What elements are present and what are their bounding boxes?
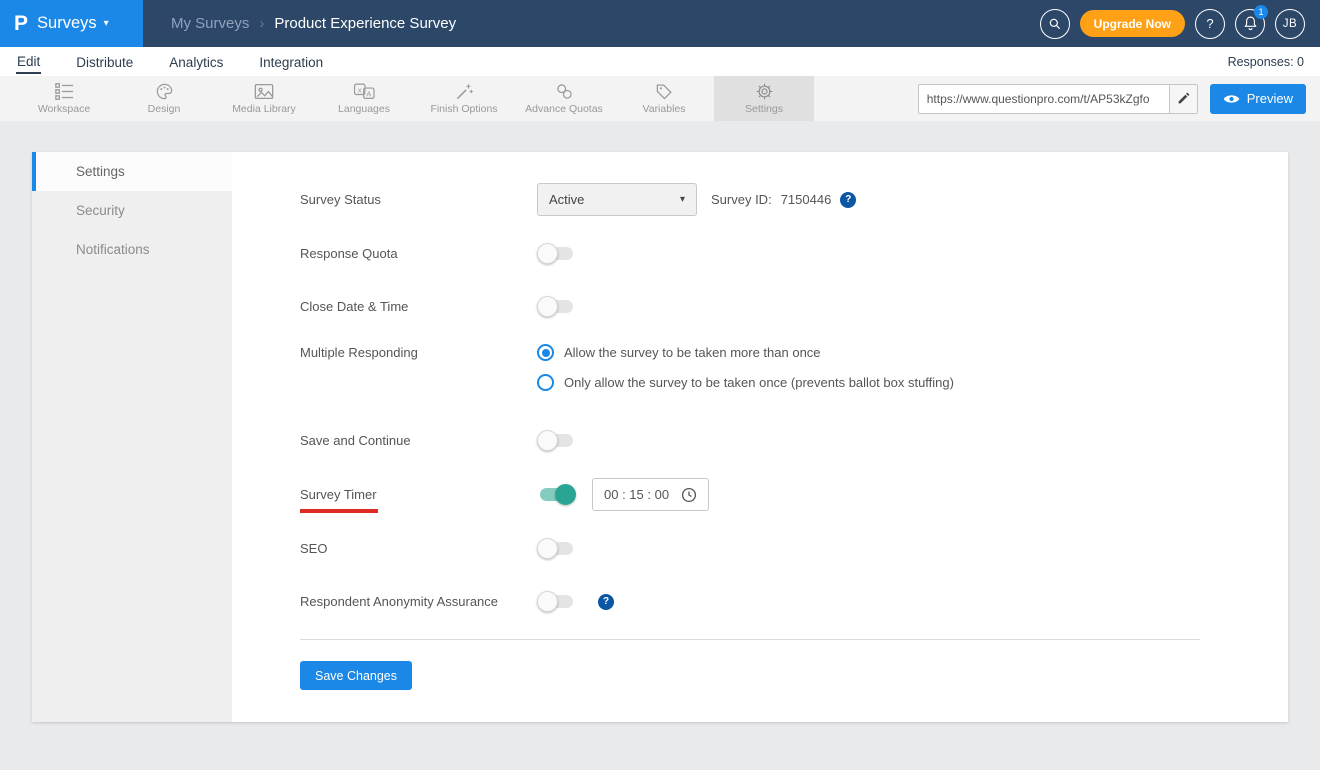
breadcrumb: My Surveys › Product Experience Survey	[171, 15, 456, 32]
toolbar-item-media-library[interactable]: Media Library	[214, 76, 314, 121]
multiple-responding-label: Multiple Responding	[300, 345, 418, 360]
tab-distribute[interactable]: Distribute	[75, 51, 134, 73]
save-continue-row: Save and Continue	[300, 425, 1200, 456]
sidebar-item-settings[interactable]: Settings	[32, 152, 232, 191]
pencil-icon	[1177, 92, 1190, 105]
clock-icon	[681, 487, 697, 503]
settings-card: Settings Security Notifications Survey S…	[32, 152, 1288, 722]
tag-icon	[654, 82, 675, 101]
radio-option-multiple-times[interactable]: Allow the survey to be taken more than o…	[537, 344, 954, 361]
chevron-down-icon	[104, 18, 109, 29]
survey-url-input[interactable]	[918, 91, 1169, 106]
toolbar-right: Preview	[917, 76, 1320, 121]
survey-id-help-icon[interactable]: ?	[840, 191, 857, 208]
survey-id: Survey ID: 7150446 ?	[711, 191, 857, 208]
anonymity-toggle[interactable]	[537, 591, 573, 612]
multiple-responding-row: Multiple Responding Allow the survey to …	[300, 344, 1200, 391]
questionpro-logo: P	[14, 11, 29, 35]
responses-count: Responses: 0	[1227, 54, 1304, 69]
help-button[interactable]: ?	[1195, 8, 1225, 39]
gear-icon	[754, 82, 775, 101]
close-date-row: Close Date & Time	[300, 291, 1200, 322]
anonymity-row: Respondent Anonymity Assurance ?	[300, 586, 1200, 617]
save-continue-label: Save and Continue	[300, 433, 411, 448]
top-header: P Surveys My Surveys › Product Experienc…	[0, 0, 1320, 47]
breadcrumb-separator-icon: ›	[259, 15, 265, 32]
search-icon	[1048, 17, 1062, 31]
question-mark-icon: ?	[1206, 16, 1214, 31]
survey-status-row: Survey Status Active Survey ID: 7150446 …	[300, 183, 1200, 216]
radio-option-once-only[interactable]: Only allow the survey to be taken once (…	[537, 374, 954, 391]
chevron-down-icon	[680, 194, 685, 205]
magic-wand-icon	[454, 82, 475, 101]
seo-row: SEO	[300, 533, 1200, 564]
notification-badge: 1	[1254, 4, 1268, 19]
settings-form: Survey Status Active Survey ID: 7150446 …	[232, 152, 1288, 722]
survey-url-box	[917, 83, 1198, 114]
app-menu[interactable]: P Surveys	[0, 0, 143, 47]
palette-icon	[154, 82, 175, 101]
upgrade-now-button[interactable]: Upgrade Now	[1079, 10, 1185, 37]
toolbar-item-workspace[interactable]: Workspace	[14, 76, 114, 121]
survey-id-value: 7150446	[780, 192, 832, 207]
survey-status-label: Survey Status	[300, 192, 381, 207]
tab-integration[interactable]: Integration	[258, 51, 324, 73]
survey-id-label: Survey ID:	[711, 192, 772, 207]
save-changes-button[interactable]: Save Changes	[300, 661, 413, 690]
image-icon	[253, 82, 275, 101]
survey-status-select[interactable]: Active	[537, 183, 697, 216]
multiple-responding-options: Allow the survey to be taken more than o…	[537, 344, 954, 391]
close-date-toggle[interactable]	[537, 296, 573, 317]
radio-selected-icon[interactable]	[537, 344, 554, 361]
anonymity-label: Respondent Anonymity Assurance	[300, 594, 499, 609]
toolbar-item-advance-quotas[interactable]: Advance Quotas	[514, 76, 614, 121]
toolbar-item-finish-options[interactable]: Finish Options	[414, 76, 514, 121]
preview-button[interactable]: Preview	[1209, 83, 1306, 114]
survey-tab-nav: Edit Distribute Analytics Integration Re…	[0, 47, 1320, 76]
avatar-initials: JB	[1282, 17, 1298, 30]
tab-analytics[interactable]: Analytics	[168, 51, 224, 73]
breadcrumb-my-surveys[interactable]: My Surveys	[171, 15, 249, 32]
close-date-label: Close Date & Time	[300, 299, 409, 314]
anonymity-help-icon[interactable]: ?	[598, 593, 614, 610]
workspace-icon	[54, 82, 75, 101]
tab-edit[interactable]: Edit	[16, 50, 42, 74]
seo-toggle[interactable]	[537, 538, 573, 559]
search-button[interactable]	[1039, 8, 1070, 39]
settings-sidebar: Settings Security Notifications	[32, 152, 232, 722]
seo-label: SEO	[300, 541, 328, 556]
sidebar-item-notifications[interactable]: Notifications	[32, 230, 232, 269]
response-quota-toggle[interactable]	[537, 243, 573, 264]
edit-url-button[interactable]	[1168, 84, 1197, 113]
response-quota-row: Response Quota	[300, 238, 1200, 269]
svg-text:A: A	[366, 89, 372, 98]
notifications-button[interactable]: 1	[1235, 4, 1268, 39]
toolbar-item-languages[interactable]: xA Languages	[314, 76, 414, 121]
user-avatar[interactable]: JB	[1275, 8, 1305, 39]
survey-timer-input[interactable]: 00 : 15 : 00	[592, 478, 710, 511]
survey-timer-label: Survey Timer	[300, 487, 378, 513]
translate-icon: xA	[353, 82, 376, 101]
toolbar-item-variables[interactable]: Variables	[614, 76, 714, 121]
response-quota-label: Response Quota	[300, 246, 398, 261]
toolbar-item-settings[interactable]: Settings	[714, 76, 814, 121]
sidebar-item-security[interactable]: Security	[32, 191, 232, 230]
save-continue-toggle[interactable]	[537, 430, 573, 451]
survey-timer-row: Survey Timer 00 : 15 : 00	[300, 478, 1200, 513]
eye-icon	[1223, 93, 1240, 105]
chain-links-icon	[554, 82, 575, 101]
radio-unselected-icon[interactable]	[537, 374, 554, 391]
edit-toolbar: Workspace Design Media Library xA Langua…	[0, 76, 1320, 121]
form-divider	[300, 639, 1200, 640]
header-actions: Upgrade Now ? 1 JB	[1039, 4, 1320, 39]
product-name: Surveys	[37, 14, 97, 32]
survey-timer-toggle[interactable]	[540, 484, 576, 505]
survey-title: Product Experience Survey	[274, 15, 457, 32]
svg-text:x: x	[357, 85, 361, 94]
toolbar-item-design[interactable]: Design	[114, 76, 214, 121]
